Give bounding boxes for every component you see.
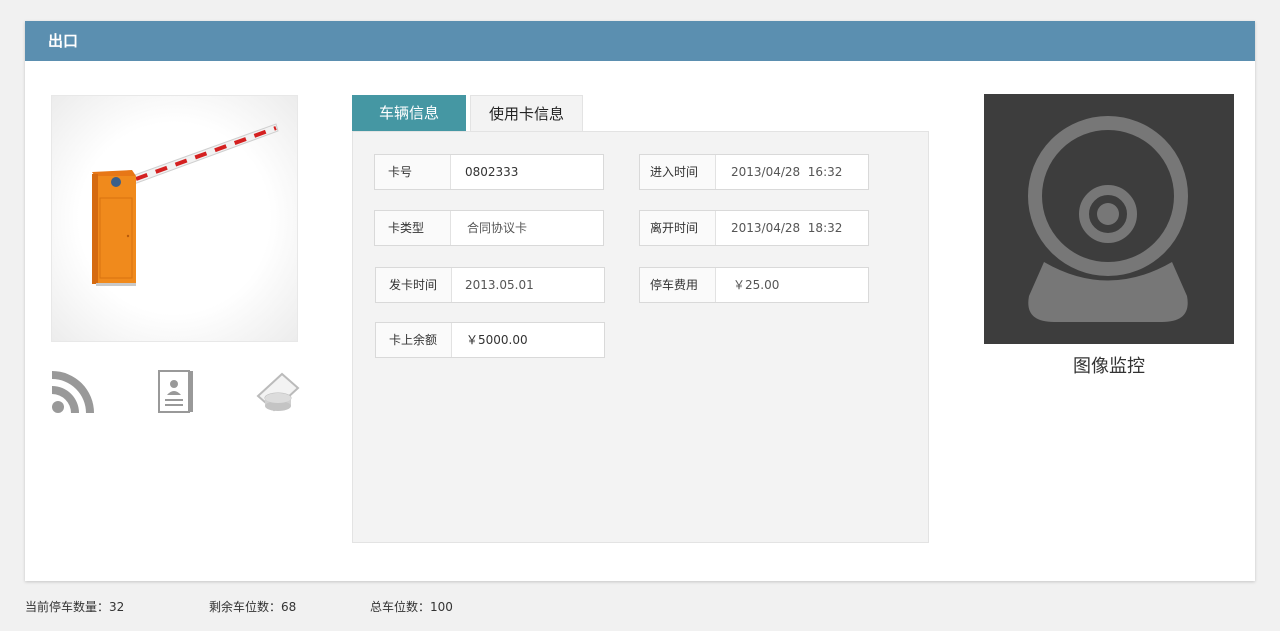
leave-time-field: 离开时间 2013/04/28 18:32 [639,210,869,246]
tab-card-info[interactable]: 使用卡信息 [470,95,583,132]
gate-barrier-icon [92,123,279,286]
card-no-field: 卡号 0802333 [374,154,604,190]
parking-fee-label: 停车费用 [640,268,716,302]
card-no-label: 卡号 [375,155,451,189]
issue-time-label: 发卡时间 [376,268,452,302]
balance-value: ￥5000.00 [466,333,528,347]
camera-monitor[interactable] [984,94,1234,344]
parking-fee-value: ￥25.00 [733,278,780,292]
card-type-field: 卡类型 合同协议卡 [374,210,604,246]
parking-fee-field: 停车费用 ￥25.00 [639,267,869,303]
panel-title: 出口 [25,21,1255,61]
current-parked-count: 当前停车数量：32 [25,600,125,614]
coin-ticket-icon [256,370,300,414]
total-spaces-count: 总车位数：100 [370,600,453,614]
rfid-signal-icon [51,370,95,414]
card-type-value: 合同协议卡 [467,221,528,235]
card-type-label: 卡类型 [375,211,451,245]
leave-time-label: 离开时间 [640,211,716,245]
enter-time-field: 进入时间 2013/04/28 16:32 [639,154,869,190]
balance-label: 卡上余额 [376,323,452,357]
gate-image [51,95,298,342]
enter-time-value: 2013/04/28 16:32 [731,165,843,179]
camera-caption: 图像监控 [1073,356,1145,377]
tab-vehicle-info[interactable]: 车辆信息 [352,95,466,132]
leave-time-value: 2013/04/28 18:32 [731,221,843,235]
issue-time-value: 2013.05.01 [465,278,534,292]
enter-time-label: 进入时间 [640,155,716,189]
camera-icon [1028,116,1188,322]
vehicle-info-panel: 卡号 0802333 卡类型 合同协议卡 发卡时间 2013.05.01 卡上余… [352,131,929,543]
exit-panel: 出口 车辆信息 使用卡信息 卡号 0802333 卡类型 合同协议卡 发卡时间 … [25,21,1255,581]
balance-field: 卡上余额 ￥5000.00 [375,322,605,358]
card-no-value: 0802333 [465,165,519,179]
remaining-spaces-count: 剩余车位数：68 [209,600,297,614]
id-card-icon [158,370,194,414]
issue-time-field: 发卡时间 2013.05.01 [375,267,605,303]
